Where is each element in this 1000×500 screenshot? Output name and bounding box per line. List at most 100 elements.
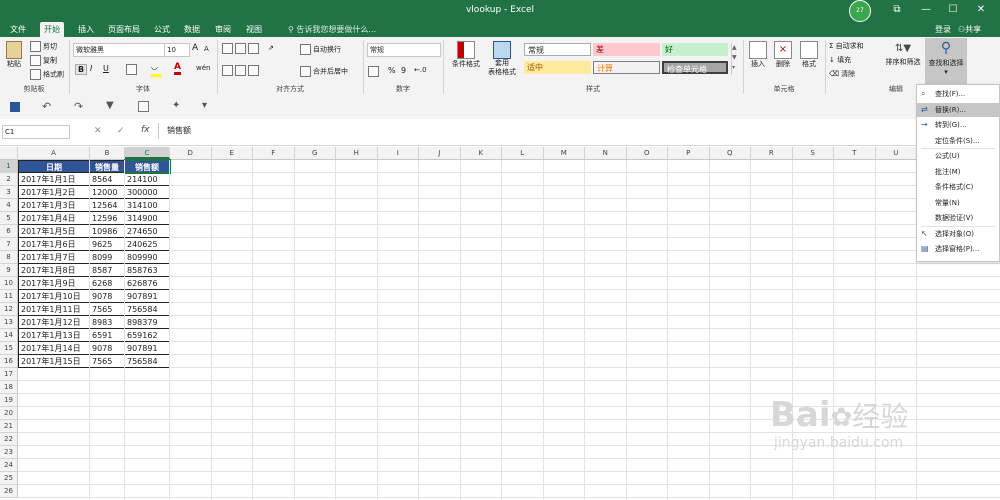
row-header[interactable]: 24 <box>0 459 18 472</box>
table-cell[interactable]: 314900 <box>125 212 170 225</box>
formula-input[interactable]: 销售额 <box>158 123 997 139</box>
tab-3[interactable]: 页面布局 <box>104 22 144 37</box>
column-header-N[interactable]: N <box>585 147 627 159</box>
table-cell[interactable]: 2017年1月7日 <box>18 251 90 264</box>
column-header-Q[interactable]: Q <box>710 147 751 159</box>
column-header-U[interactable]: U <box>876 147 917 159</box>
column-header-A[interactable]: A <box>18 147 90 159</box>
table-cell[interactable]: 8564 <box>90 173 125 186</box>
conditional-formatting-button[interactable]: 条件格式 <box>450 41 482 69</box>
orientation-button[interactable]: ⇗ <box>268 44 274 52</box>
save-icon[interactable] <box>10 102 20 112</box>
table-cell[interactable]: 8099 <box>90 251 125 264</box>
table-cell[interactable]: 240625 <box>125 238 170 251</box>
table-cell[interactable]: 756584 <box>125 303 170 316</box>
percent-button[interactable]: % <box>388 66 396 75</box>
row-header[interactable]: 26 <box>0 485 18 498</box>
table-cell[interactable]: 274650 <box>125 225 170 238</box>
column-header-S[interactable]: S <box>793 147 834 159</box>
menu-item[interactable]: ▤ 选择窗格(P)... <box>917 242 999 256</box>
undo-icon[interactable]: ↶ <box>42 100 51 113</box>
column-header-P[interactable]: P <box>668 147 710 159</box>
format-painter-button[interactable]: 格式刷 <box>30 69 64 80</box>
minimize-button[interactable]: — <box>918 3 934 17</box>
font-color-button[interactable]: A <box>174 62 181 75</box>
table-cell[interactable]: 2017年1月9日 <box>18 277 90 290</box>
copy-button[interactable]: 复制 <box>30 55 57 66</box>
row-header[interactable]: 21 <box>0 420 18 433</box>
menu-item[interactable]: ⌕ 查找(F)... <box>917 87 999 101</box>
table-cell[interactable]: 2017年1月4日 <box>18 212 90 225</box>
table-cell[interactable]: 9625 <box>90 238 125 251</box>
column-header-R[interactable]: R <box>751 147 793 159</box>
horizontal-align-buttons[interactable] <box>222 65 262 76</box>
accounting-format-button[interactable] <box>368 66 381 77</box>
customize-qat-icon[interactable]: ▾ <box>202 100 207 111</box>
redo-icon[interactable]: ↷ <box>74 100 83 113</box>
fill-color-button[interactable]: ◡ <box>151 62 161 77</box>
table-cell[interactable]: 8983 <box>90 316 125 329</box>
column-header-L[interactable]: L <box>502 147 544 159</box>
table-cell[interactable]: 7565 <box>90 355 125 368</box>
table-cell[interactable]: 756584 <box>125 355 170 368</box>
filter-icon[interactable]: ▼ <box>106 100 114 111</box>
tab-7[interactable]: 视图 <box>242 22 266 37</box>
table-cell[interactable]: 858763 <box>125 264 170 277</box>
table-cell[interactable]: 6268 <box>90 277 125 290</box>
row-header[interactable]: 13 <box>0 316 18 329</box>
column-header-G[interactable]: G <box>295 147 336 159</box>
table-cell[interactable]: 809990 <box>125 251 170 264</box>
table-cell[interactable]: 2017年1月13日 <box>18 329 90 342</box>
row-header[interactable]: 5 <box>0 212 18 225</box>
sign-in-link[interactable]: 登录 <box>935 24 951 35</box>
row-header[interactable]: 4 <box>0 199 18 212</box>
column-header-B[interactable]: B <box>90 147 125 159</box>
table-cell[interactable]: 2017年1月15日 <box>18 355 90 368</box>
table-cell[interactable]: 12000 <box>90 186 125 199</box>
style-calculation[interactable]: 计算 <box>593 61 660 74</box>
column-header-F[interactable]: F <box>253 147 295 159</box>
form-icon[interactable] <box>138 101 151 112</box>
underline-button[interactable]: U <box>103 64 109 73</box>
italic-button[interactable]: I <box>90 64 92 73</box>
style-normal[interactable]: 常规 <box>524 43 591 56</box>
row-header[interactable]: 18 <box>0 381 18 394</box>
column-header-O[interactable]: O <box>627 147 668 159</box>
clear-button[interactable]: ⌫ 清除 <box>829 69 855 79</box>
merge-center-button[interactable]: 合并后居中 <box>300 66 348 77</box>
menu-item[interactable]: 定位条件(S)... <box>917 134 999 148</box>
table-cell[interactable]: 907891 <box>125 342 170 355</box>
column-header-H[interactable]: H <box>336 147 378 159</box>
table-cell[interactable]: 2017年1月6日 <box>18 238 90 251</box>
table-cell[interactable]: 300000 <box>125 186 170 199</box>
sort-filter-button[interactable]: ⇅▼ 排序和筛选 <box>883 41 923 67</box>
table-cell[interactable]: 2017年1月2日 <box>18 186 90 199</box>
name-box[interactable]: C1 <box>2 125 70 139</box>
increase-decimal-button[interactable]: ←.0 <box>414 66 427 74</box>
column-header-K[interactable]: K <box>461 147 502 159</box>
vertical-align-buttons[interactable] <box>222 43 262 54</box>
insert-cells-button[interactable]: 插入 <box>748 41 768 69</box>
row-header[interactable]: 12 <box>0 303 18 316</box>
menu-item[interactable]: ↖ 选择对象(O) <box>917 227 999 241</box>
row-header[interactable]: 25 <box>0 472 18 485</box>
tab-6[interactable]: 审阅 <box>211 22 235 37</box>
autosum-button[interactable]: Σ 自动求和 <box>829 41 864 51</box>
font-size-select[interactable]: 10 <box>164 43 190 57</box>
row-header[interactable]: 15 <box>0 342 18 355</box>
column-header-T[interactable]: T <box>834 147 876 159</box>
style-check-cell[interactable]: 检查单元格 <box>662 61 728 74</box>
table-header-cell[interactable]: 销售额 <box>124 159 171 174</box>
table-cell[interactable]: 626876 <box>125 277 170 290</box>
table-cell[interactable]: 314100 <box>125 199 170 212</box>
delete-cells-button[interactable]: × 删除 <box>773 41 793 69</box>
menu-item[interactable]: 常量(N) <box>917 196 999 210</box>
table-cell[interactable]: 9078 <box>90 342 125 355</box>
table-cell[interactable]: 8587 <box>90 264 125 277</box>
avatar[interactable]: 27 <box>849 0 871 22</box>
column-header-D[interactable]: D <box>170 147 212 159</box>
grow-font-button[interactable]: A <box>192 43 198 53</box>
table-cell[interactable]: 898379 <box>125 316 170 329</box>
column-header-I[interactable]: I <box>378 147 419 159</box>
tab-1[interactable]: 开始 <box>40 22 64 37</box>
